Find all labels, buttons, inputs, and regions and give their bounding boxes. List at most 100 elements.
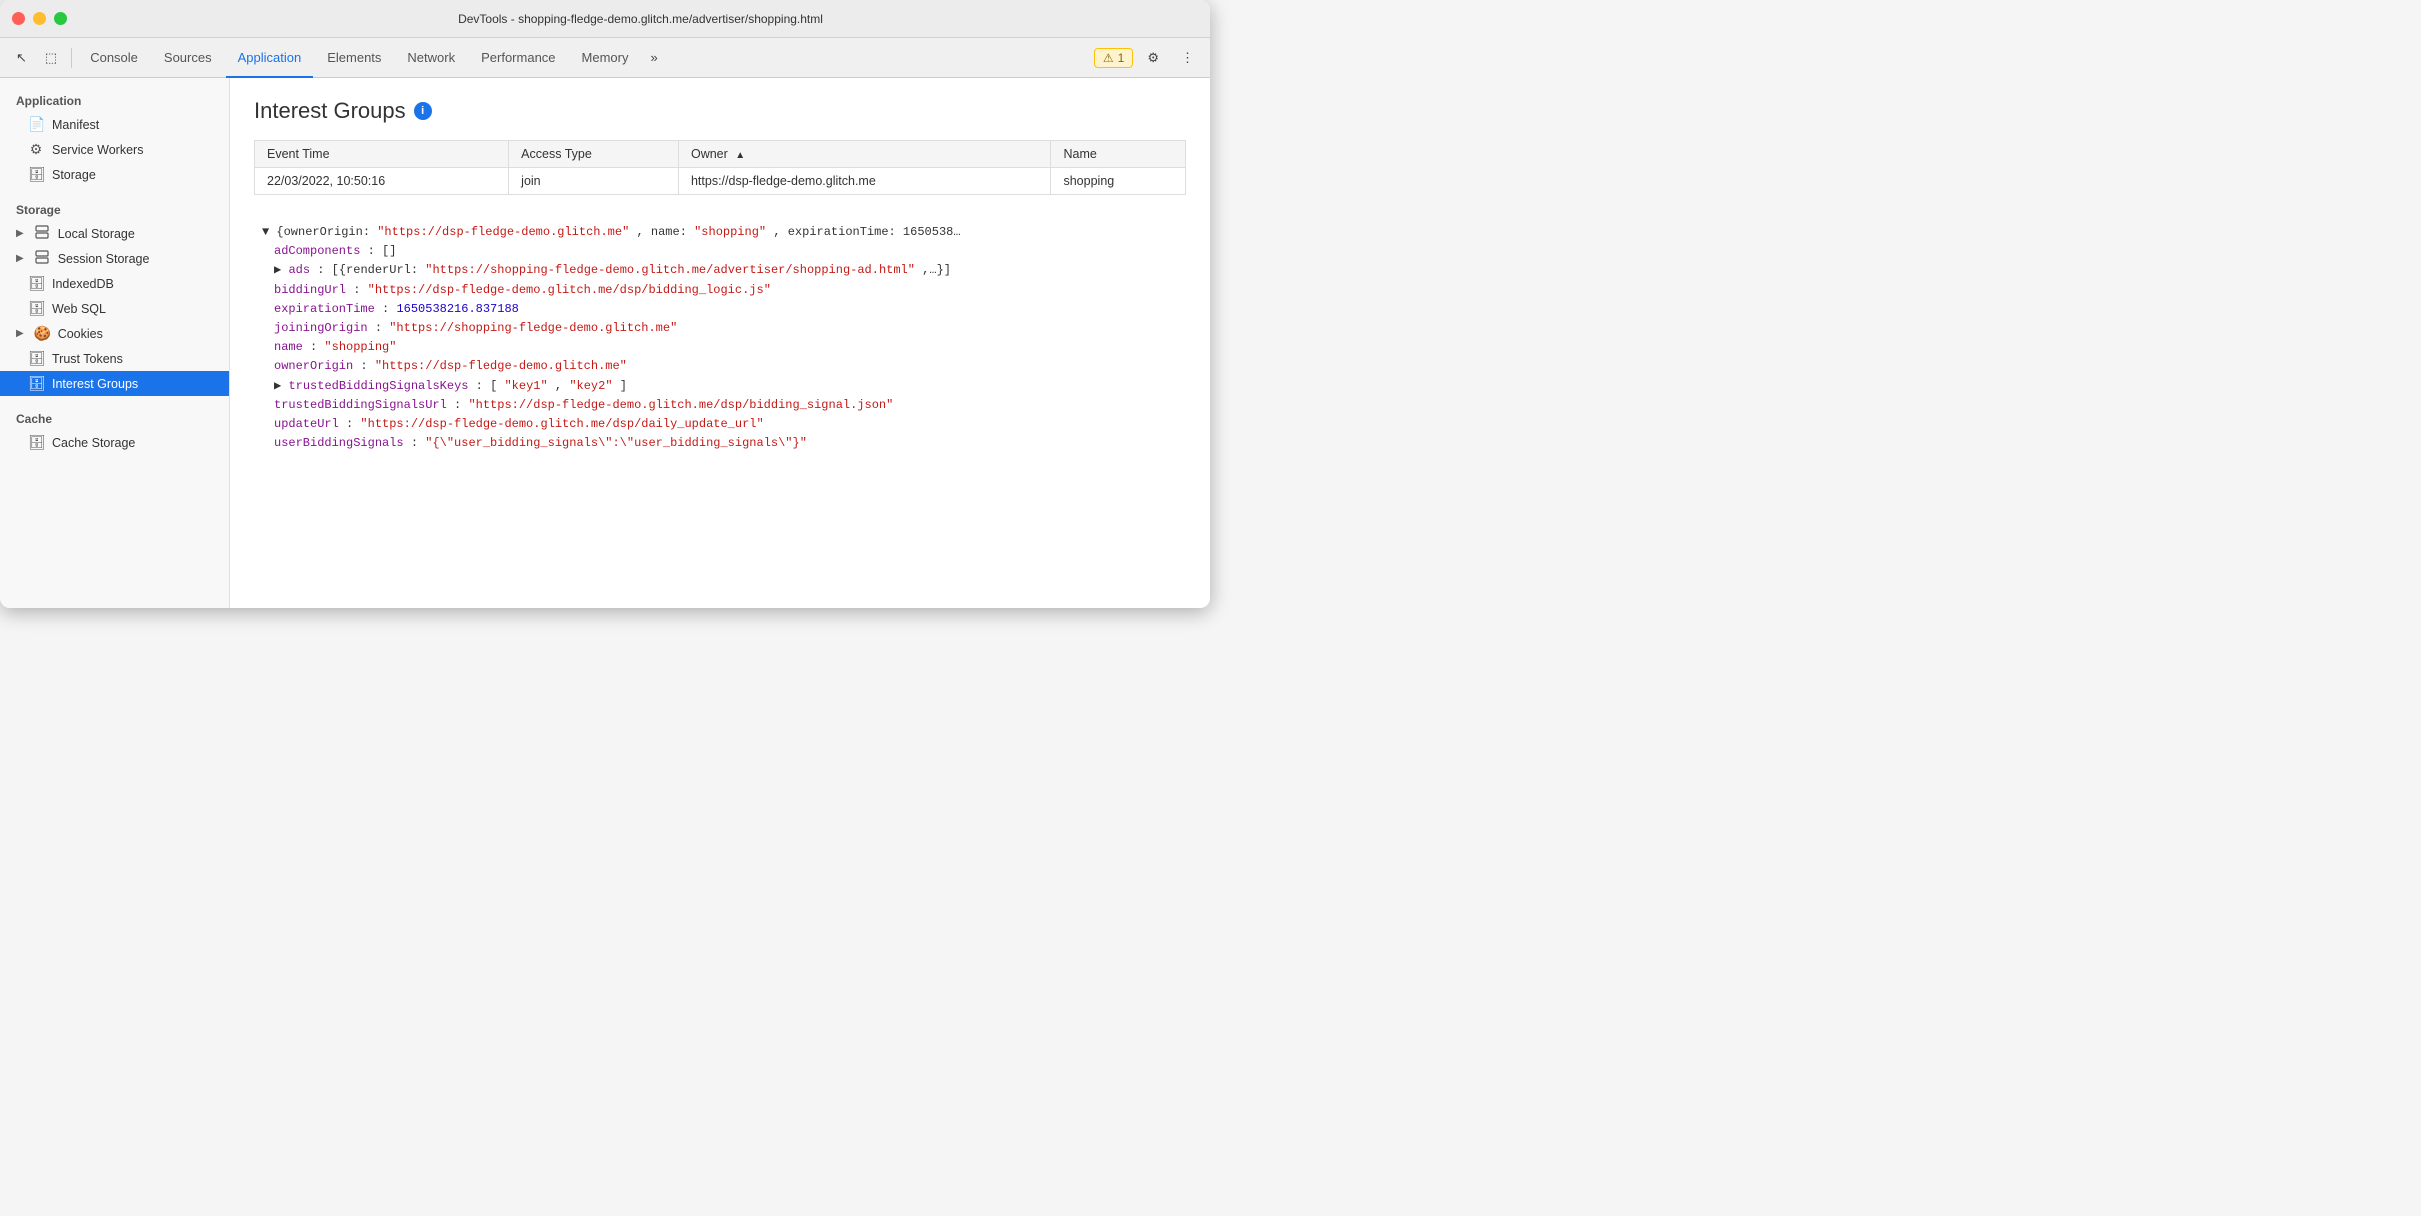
window-controls — [12, 12, 67, 25]
sidebar-cache-storage-label: Cache Storage — [52, 436, 135, 450]
arrow-icon: ▶ — [16, 328, 24, 339]
sidebar-item-service-workers[interactable]: ⚙ Service Workers — [0, 137, 229, 162]
tab-memory[interactable]: Memory — [570, 38, 641, 78]
sidebar-item-cache-storage[interactable]: 🗄 Cache Storage — [0, 430, 229, 455]
warning-icon: ⚠ — [1103, 51, 1114, 65]
manifest-icon: 📄 — [28, 116, 44, 133]
sidebar-item-web-sql[interactable]: 🗄 Web SQL — [0, 296, 229, 321]
interest-groups-table: Event Time Access Type Owner ▲ Name — [254, 140, 1186, 195]
expand-icon[interactable]: ▶ — [274, 379, 281, 393]
window-title: DevTools - shopping-fledge-demo.glitch.m… — [83, 12, 1198, 26]
sort-icon: ▲ — [735, 150, 745, 161]
json-line-7: ownerOrigin : "https://dsp-fledge-demo.g… — [254, 357, 1186, 376]
expand-icon[interactable]: ▶ — [274, 263, 281, 277]
tab-network[interactable]: Network — [395, 38, 467, 78]
sidebar-service-workers-label: Service Workers — [52, 143, 143, 157]
toolbar-right: ⚠ 1 ⚙ ⋮ — [1094, 43, 1202, 73]
tab-memory-label: Memory — [582, 50, 629, 65]
close-button[interactable] — [12, 12, 25, 25]
sidebar-item-trust-tokens[interactable]: 🗄 Trust Tokens — [0, 346, 229, 371]
sidebar-local-storage-label: Local Storage — [58, 227, 135, 241]
session-storage-icon — [34, 250, 50, 267]
cursor-icon: ↖ — [16, 50, 27, 66]
maximize-button[interactable] — [54, 12, 67, 25]
col-access-type[interactable]: Access Type — [509, 141, 679, 168]
sidebar-storage-label: Storage — [52, 168, 96, 182]
sidebar: Application 📄 Manifest ⚙ Service Workers… — [0, 78, 230, 608]
local-storage-icon — [34, 225, 50, 242]
json-line-6: name : "shopping" — [254, 338, 1186, 357]
minimize-button[interactable] — [33, 12, 46, 25]
tab-application[interactable]: Application — [226, 38, 314, 78]
table-row[interactable]: 22/03/2022, 10:50:16 join https://dsp-fl… — [255, 168, 1186, 195]
device-toggle-button[interactable]: ⬚ — [37, 43, 65, 73]
title-bar: DevTools - shopping-fledge-demo.glitch.m… — [0, 0, 1210, 38]
json-line-0[interactable]: ▼ {ownerOrigin: "https://dsp-fledge-demo… — [254, 223, 1186, 242]
tab-elements[interactable]: Elements — [315, 38, 393, 78]
sidebar-indexed-db-label: IndexedDB — [52, 277, 114, 291]
cursor-tool-button[interactable]: ↖ — [8, 43, 35, 73]
more-options-button[interactable]: ⋮ — [1173, 43, 1202, 73]
cell-event-time: 22/03/2022, 10:50:16 — [255, 168, 509, 195]
info-icon[interactable]: i — [414, 102, 432, 120]
indexed-db-icon: 🗄 — [28, 275, 44, 292]
sidebar-item-interest-groups[interactable]: 🗄 Interest Groups — [0, 371, 229, 396]
sidebar-interest-groups-label: Interest Groups — [52, 377, 138, 391]
storage-icon: 🗄 — [28, 166, 44, 183]
more-options-icon: ⋮ — [1181, 50, 1194, 66]
more-tabs-icon: » — [650, 50, 657, 65]
json-viewer: ▼ {ownerOrigin: "https://dsp-fledge-demo… — [254, 215, 1186, 461]
arrow-icon: ▶ — [16, 253, 24, 264]
more-tabs-button[interactable]: » — [642, 43, 665, 73]
json-line-2[interactable]: ▶ ads : [{renderUrl: "https://shopping-f… — [254, 261, 1186, 280]
sidebar-item-cookies[interactable]: ▶ 🍪 Cookies — [0, 321, 229, 346]
arrow-icon: ▶ — [16, 228, 24, 239]
tab-sources[interactable]: Sources — [152, 38, 224, 78]
interest-groups-icon: 🗄 — [28, 375, 44, 392]
warning-count: 1 — [1118, 51, 1125, 65]
col-owner[interactable]: Owner ▲ — [678, 141, 1051, 168]
json-line-4: expirationTime : 1650538216.837188 — [254, 300, 1186, 319]
cell-owner: https://dsp-fledge-demo.glitch.me — [678, 168, 1051, 195]
tab-performance[interactable]: Performance — [469, 38, 567, 78]
sidebar-item-session-storage[interactable]: ▶ Session Storage — [0, 246, 229, 271]
json-line-10: updateUrl : "https://dsp-fledge-demo.gli… — [254, 415, 1186, 434]
service-workers-icon: ⚙ — [28, 141, 44, 158]
devtools-window: DevTools - shopping-fledge-demo.glitch.m… — [0, 0, 1210, 608]
toolbar: ↖ ⬚ Console Sources Application Elements… — [0, 38, 1210, 78]
page-title-row: Interest Groups i — [254, 98, 1186, 124]
col-event-time[interactable]: Event Time — [255, 141, 509, 168]
content-area: Interest Groups i Event Time Access Type — [230, 78, 1210, 608]
tab-console[interactable]: Console — [78, 38, 150, 78]
sidebar-item-indexed-db[interactable]: 🗄 IndexedDB — [0, 271, 229, 296]
sidebar-item-manifest[interactable]: 📄 Manifest — [0, 112, 229, 137]
json-line-8[interactable]: ▶ trustedBiddingSignalsKeys : [ "key1" ,… — [254, 377, 1186, 396]
json-line-1: adComponents : [] — [254, 242, 1186, 261]
sidebar-section-application: Application — [0, 86, 229, 112]
sidebar-section-cache: Cache — [0, 404, 229, 430]
warning-badge[interactable]: ⚠ 1 — [1094, 48, 1133, 68]
trust-tokens-icon: 🗄 — [28, 350, 44, 367]
gear-icon: ⚙ — [1147, 50, 1159, 66]
tab-application-label: Application — [238, 50, 302, 65]
sidebar-session-storage-label: Session Storage — [58, 252, 150, 266]
main-layout: Application 📄 Manifest ⚙ Service Workers… — [0, 78, 1210, 608]
web-sql-icon: 🗄 — [28, 300, 44, 317]
settings-button[interactable]: ⚙ — [1139, 43, 1167, 73]
cell-access-type: join — [509, 168, 679, 195]
sidebar-item-storage[interactable]: 🗄 Storage — [0, 162, 229, 187]
sidebar-item-local-storage[interactable]: ▶ Local Storage — [0, 221, 229, 246]
json-line-9: trustedBiddingSignalsUrl : "https://dsp-… — [254, 396, 1186, 415]
sidebar-trust-tokens-label: Trust Tokens — [52, 352, 123, 366]
sidebar-cookies-label: Cookies — [58, 327, 103, 341]
cookies-icon: 🍪 — [34, 325, 50, 342]
expand-icon[interactable]: ▼ — [262, 225, 269, 239]
tab-sources-label: Sources — [164, 50, 212, 65]
page-title: Interest Groups — [254, 98, 406, 124]
col-name[interactable]: Name — [1051, 141, 1186, 168]
sidebar-section-storage: Storage — [0, 195, 229, 221]
tab-console-label: Console — [90, 50, 138, 65]
content-inner: Interest Groups i Event Time Access Type — [230, 78, 1210, 608]
tab-elements-label: Elements — [327, 50, 381, 65]
tab-network-label: Network — [407, 50, 455, 65]
